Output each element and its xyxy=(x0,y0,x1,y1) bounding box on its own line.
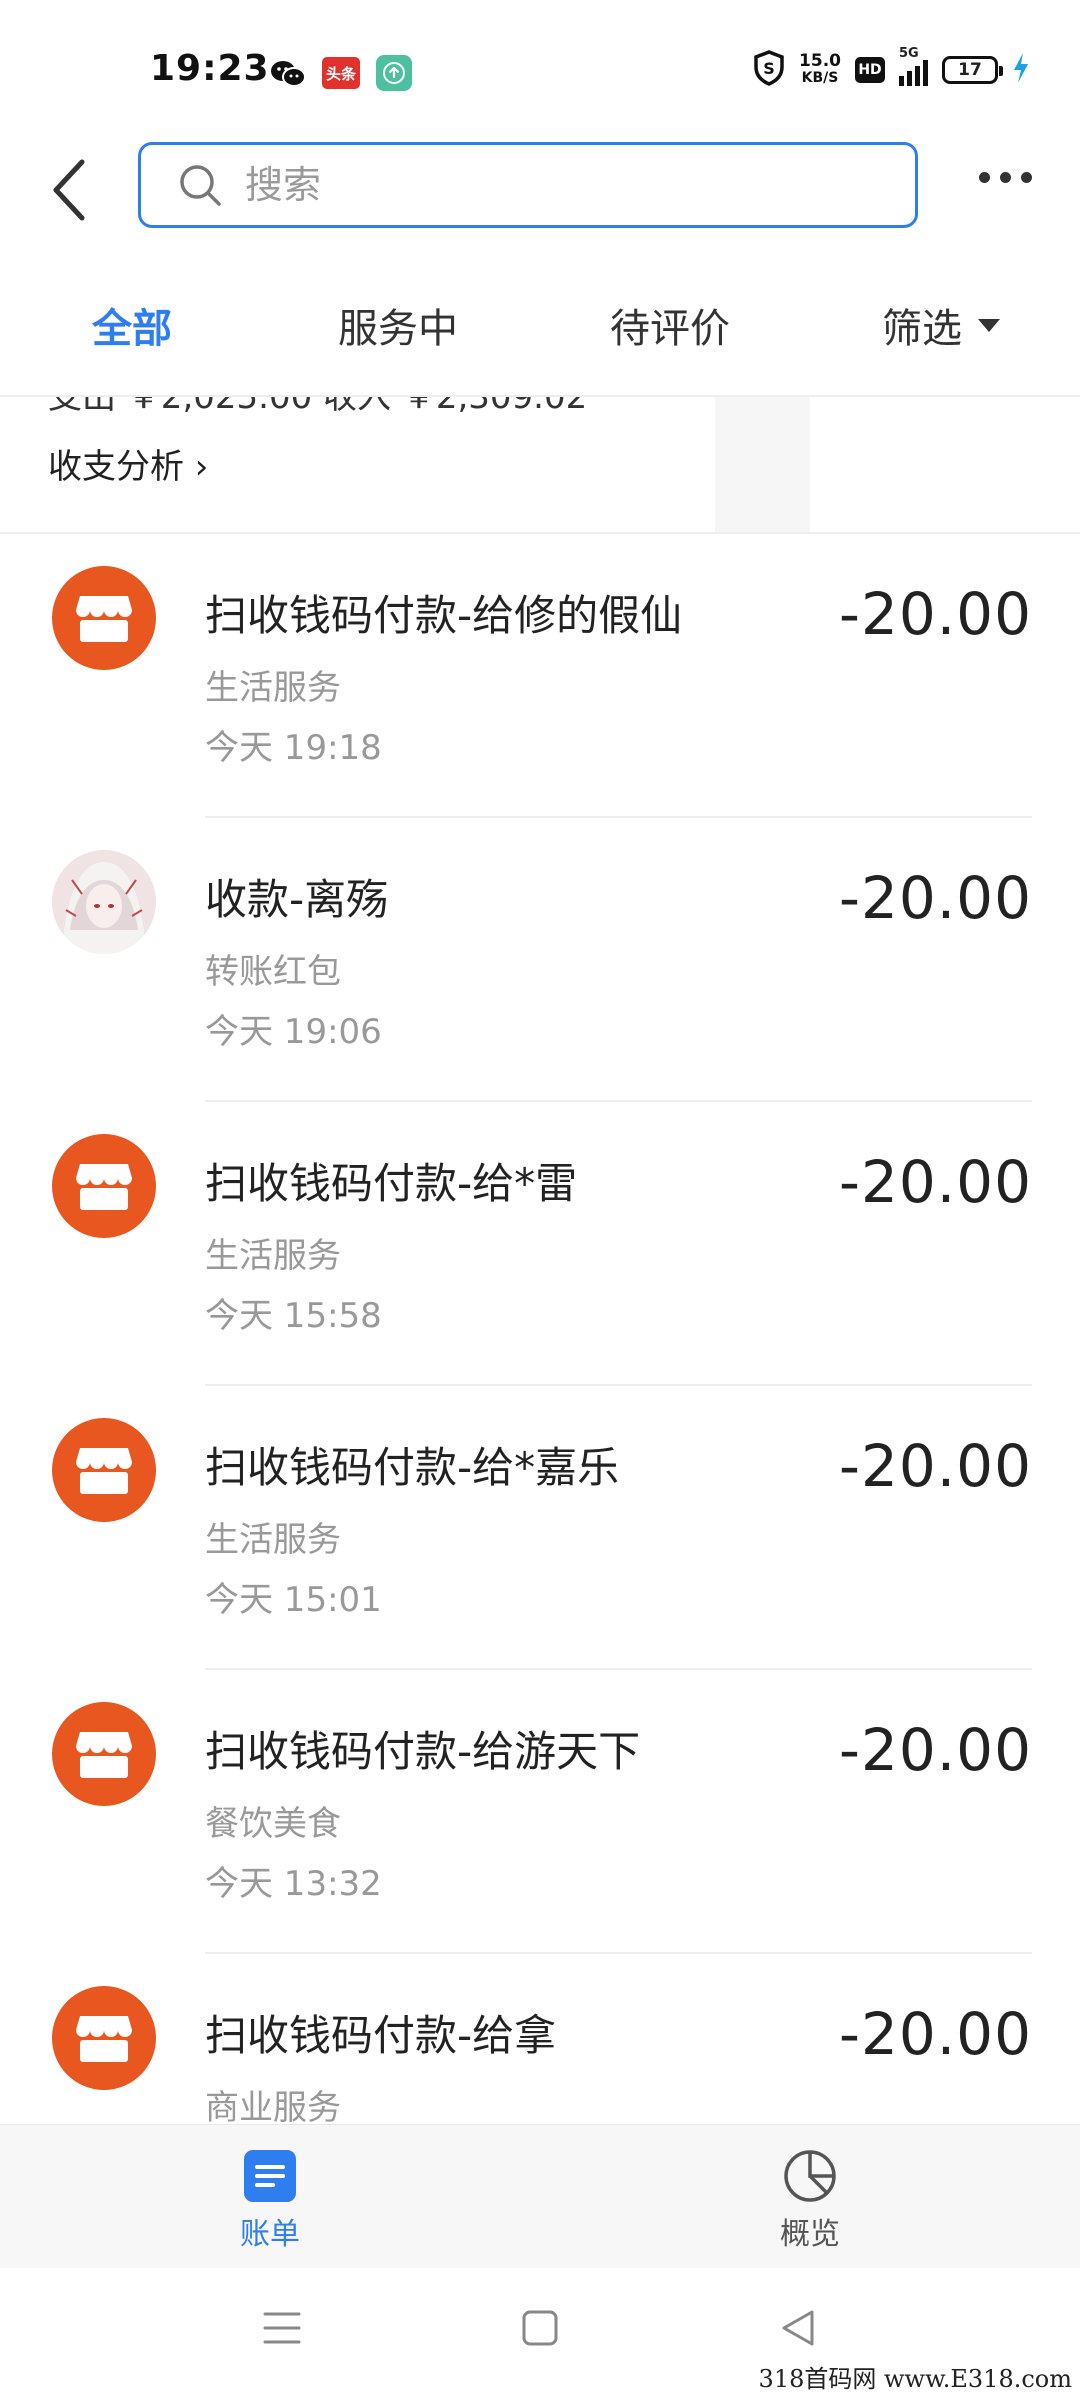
header xyxy=(0,130,1080,250)
nav-overview[interactable]: 概览 xyxy=(740,2149,880,2253)
transaction-category: 生活服务 xyxy=(205,1236,341,1276)
monthly-summary: 支出 ￥2,025.00 收入 ￥2,309.02 收支分析 › xyxy=(0,397,1080,532)
transaction-amount: -20.00 xyxy=(839,1148,1032,1216)
system-navigation-bar: 318首码网 www.E318.com xyxy=(0,2268,1080,2400)
transaction-amount: -20.00 xyxy=(839,580,1032,648)
svg-text:S: S xyxy=(763,59,775,78)
transaction-row[interactable]: 扫收钱码付款-给*嘉乐 生活服务 今天 15:01 -20.00 xyxy=(0,1386,1080,1670)
nav-bill-label: 账单 xyxy=(240,2217,300,2252)
hd-badge: HD xyxy=(855,57,885,83)
shield-icon: S xyxy=(753,50,785,90)
tab-in-service[interactable]: 服务中 xyxy=(338,296,458,354)
more-dot xyxy=(1000,172,1011,183)
search-box[interactable] xyxy=(138,142,918,228)
transaction-row[interactable]: 扫收钱码付款-给*雷 生活服务 今天 15:58 -20.00 xyxy=(0,1102,1080,1386)
transaction-category: 餐饮美食 xyxy=(205,1804,341,1844)
home-button[interactable] xyxy=(520,2306,560,2354)
shop-icon xyxy=(52,1418,156,1522)
bottom-navigation: 账单 概览 xyxy=(0,2124,1080,2269)
wechat-icon xyxy=(270,59,306,87)
status-time: 19:23 xyxy=(150,48,270,89)
more-dot xyxy=(1021,172,1032,183)
menu-icon xyxy=(263,2312,301,2344)
square-icon xyxy=(522,2310,558,2346)
network-speed: 15.0 KB/S xyxy=(799,53,841,87)
transaction-row[interactable]: 收款-离殇 转账红包 今天 19:06 -20.00 xyxy=(0,818,1080,1102)
notification-icons: 头条 xyxy=(270,55,412,91)
transaction-category: 商业服务 xyxy=(205,2088,341,2124)
transaction-list: 扫收钱码付款-给修的假仙 生活服务 今天 19:18 -20.00 收款-离殇 … xyxy=(0,534,1080,2124)
transaction-category: 生活服务 xyxy=(205,1520,341,1560)
filter-label: 筛选 xyxy=(882,306,962,352)
summary-side-panel xyxy=(715,397,810,532)
transaction-amount: -20.00 xyxy=(839,1716,1032,1784)
more-dot xyxy=(979,172,990,183)
more-options-button[interactable] xyxy=(979,172,1032,183)
transaction-amount: -20.00 xyxy=(839,864,1032,932)
status-bar: 19:23 头条 S 15.0 KB/S HD 5G 17 xyxy=(0,0,1080,130)
transaction-time: 今天 15:58 xyxy=(205,1296,382,1336)
user-avatar xyxy=(52,850,156,954)
transaction-row[interactable]: 扫收钱码付款-给修的假仙 生活服务 今天 19:18 -20.00 xyxy=(0,534,1080,818)
speed-value: 15.0 xyxy=(799,51,841,71)
transaction-time: 今天 15:01 xyxy=(205,1580,382,1620)
nav-bill[interactable]: 账单 xyxy=(200,2149,340,2253)
shop-icon xyxy=(52,1134,156,1238)
toutiao-icon: 头条 xyxy=(322,57,360,89)
transaction-category: 生活服务 xyxy=(205,668,341,708)
transaction-title: 扫收钱码付款-给修的假仙 xyxy=(205,591,683,640)
tab-to-review[interactable]: 待评价 xyxy=(610,296,730,354)
upload-icon xyxy=(376,55,412,91)
transaction-title: 收款-离殇 xyxy=(205,875,389,924)
speed-unit: KB/S xyxy=(801,70,839,86)
transaction-row[interactable]: 扫收钱码付款-给游天下 餐饮美食 今天 13:32 -20.00 xyxy=(0,1670,1080,1954)
transaction-title: 扫收钱码付款-给*嘉乐 xyxy=(205,1443,620,1492)
transaction-amount: -20.00 xyxy=(839,1432,1032,1500)
transaction-amount: -20.00 xyxy=(839,2000,1032,2068)
transaction-title: 扫收钱码付款-给*雷 xyxy=(205,1159,578,1208)
transaction-title: 扫收钱码付款-给游天下 xyxy=(205,1727,641,1776)
battery-indicator: 17 xyxy=(942,56,1003,84)
transaction-title: 扫收钱码付款-给拿 xyxy=(205,2011,557,2060)
tab-all[interactable]: 全部 xyxy=(92,296,172,354)
network-type: 5G xyxy=(899,46,919,61)
triangle-back-icon xyxy=(782,2310,814,2346)
pie-chart-icon xyxy=(784,2150,836,2202)
shop-icon xyxy=(52,566,156,670)
caret-down-icon xyxy=(978,318,1000,332)
system-status-icons: S 15.0 KB/S HD 5G 17 xyxy=(753,46,1030,90)
recent-apps-button[interactable] xyxy=(262,2306,302,2354)
transaction-time: 今天 13:32 xyxy=(205,1864,382,1904)
transaction-category: 转账红包 xyxy=(205,952,341,992)
battery-level: 17 xyxy=(958,60,982,80)
watermark-text: 318首码网 www.E318.com xyxy=(758,2365,1072,2393)
tab-filter[interactable]: 筛选 xyxy=(882,296,1000,354)
shop-icon xyxy=(52,1986,156,2090)
summary-totals: 支出 ￥2,025.00 收入 ￥2,309.02 xyxy=(48,397,588,417)
filter-tabs: 全部 服务中 待评价 筛选 xyxy=(0,260,1080,395)
shop-icon xyxy=(52,1702,156,1806)
bill-icon xyxy=(244,2150,296,2202)
search-icon xyxy=(180,165,221,206)
transaction-time: 今天 19:18 xyxy=(205,728,382,768)
back-arrow-icon xyxy=(53,159,85,221)
search-input[interactable] xyxy=(243,162,847,208)
nav-overview-label: 概览 xyxy=(780,2217,840,2252)
income-expense-analysis-link[interactable]: 收支分析 › xyxy=(48,439,208,488)
transaction-row[interactable]: 扫收钱码付款-给拿 商业服务 -20.00 xyxy=(0,1954,1080,2124)
signal-icon: 5G xyxy=(899,46,928,86)
back-button[interactable] xyxy=(40,150,100,230)
transaction-time: 今天 19:06 xyxy=(205,1012,382,1052)
charging-icon xyxy=(1012,52,1030,88)
system-back-button[interactable] xyxy=(778,2306,818,2354)
